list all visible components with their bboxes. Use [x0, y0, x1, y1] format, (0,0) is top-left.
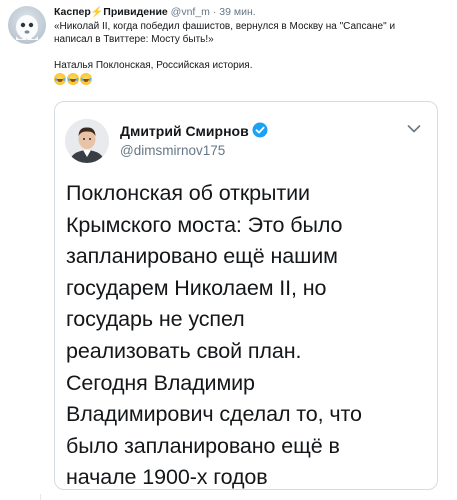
emoji-row: [54, 73, 446, 85]
quoted-author-name[interactable]: Дмитрий Смирнов: [120, 122, 268, 139]
lightning-icon: ⚡: [90, 7, 104, 18]
tears-of-joy-emoji-icon: [54, 73, 66, 85]
quoted-text-line: Поклонская об открытии: [66, 181, 310, 205]
quoted-text-line: запланировано ещё нашим: [66, 244, 338, 269]
verified-badge-icon: [252, 122, 268, 138]
tweet-timestamp[interactable]: 39 мин.: [219, 6, 255, 18]
author-avatar[interactable]: [8, 6, 46, 44]
quoted-author-handle[interactable]: @dimsmirnov175: [120, 143, 225, 158]
tweet-page: Каспер⚡Привидение @vnf_m · 39 мин. «Нико…: [0, 0, 457, 500]
tweet-text: «Николай II, когда победил фашистов, вер…: [54, 20, 446, 85]
tweet-text-line: Наталья Поклонская, Российская история.: [54, 60, 253, 71]
quoted-text-line: начале 1900-х годов: [66, 465, 268, 490]
quoted-tweet-text: Поклонская об открытии Крымского моста: …: [66, 178, 436, 494]
quoted-text-line: Крымского моста: Это было: [66, 212, 343, 237]
tears-of-joy-emoji-icon: [80, 73, 92, 85]
quoted-author-name-text[interactable]: Дмитрий Смирнов: [120, 123, 249, 139]
quoted-text-line: Владимирович сделал то, что: [66, 402, 362, 427]
tweet-text-line: «Николай II, когда победил фашистов, вер…: [54, 21, 396, 32]
quoted-text-line: государем Николаем II, но: [66, 275, 327, 300]
quoted-author-avatar[interactable]: [65, 119, 109, 163]
tweet-text-line: написал в Твиттере: Мосту быть!»: [54, 34, 214, 45]
tweet-header: Каспер⚡Привидение @vnf_m · 39 мин.: [54, 5, 256, 20]
header-separator: ·: [212, 6, 217, 18]
author-handle[interactable]: @vnf_m: [171, 6, 210, 18]
quoted-text-line: Сегодня Владимир: [66, 370, 255, 395]
ghost-avatar-image: [16, 15, 38, 40]
author-name-text[interactable]: Каспер: [54, 6, 91, 18]
quoted-text-line: государь не успел: [66, 307, 245, 332]
person-avatar-image: [65, 119, 109, 163]
tears-of-joy-emoji-icon: [67, 73, 79, 85]
quoted-tweet-card[interactable]: Дмитрий Смирнов @dimsmirnov175 Поклонска…: [54, 101, 438, 490]
quoted-text-line: реализовать свой план.: [66, 338, 302, 363]
chevron-down-icon[interactable]: [407, 124, 421, 134]
author-name[interactable]: Каспер⚡Привидение: [54, 6, 171, 18]
author-name-suffix[interactable]: Привидение: [103, 6, 167, 18]
quoted-text-line: было запланировано ещё в: [66, 433, 340, 458]
bottom-divider: [40, 494, 41, 500]
